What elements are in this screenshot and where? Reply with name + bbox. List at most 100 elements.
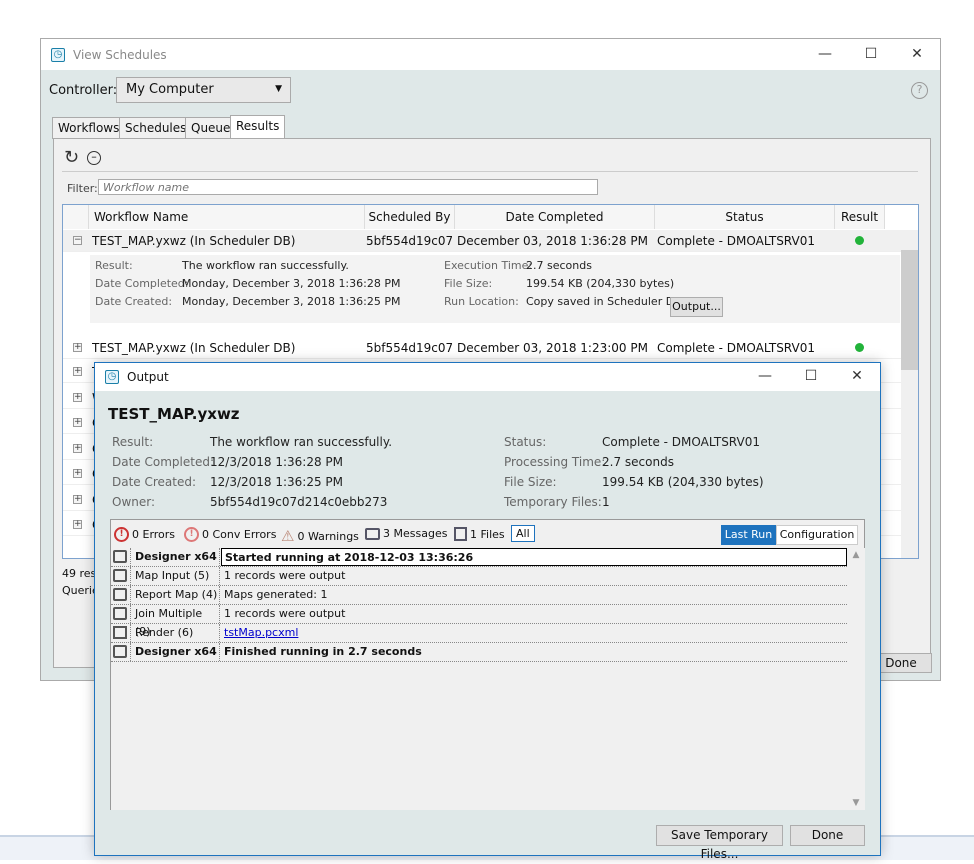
message-icon bbox=[113, 550, 127, 563]
message-icon bbox=[113, 588, 127, 601]
help-icon[interactable]: ? bbox=[911, 82, 928, 99]
detail-label: Status: bbox=[504, 435, 547, 449]
message-text: Finished running in 2.7 seconds bbox=[224, 645, 422, 658]
conv-error-icon: ! bbox=[184, 527, 199, 542]
detail-value: Complete - DMOALTSRV01 bbox=[602, 435, 760, 449]
minimize-button[interactable]: — bbox=[802, 39, 848, 70]
filter-input[interactable] bbox=[98, 179, 598, 195]
table-row[interactable]: + TEST_MAP.yxwz (In Scheduler DB) 5bf554… bbox=[63, 337, 901, 359]
col-result[interactable]: Result bbox=[835, 205, 885, 229]
message-row[interactable]: Designer x64 Finished running in 2.7 seco… bbox=[111, 643, 847, 662]
app-clock-icon: ◷ bbox=[105, 370, 119, 384]
expand-icon[interactable]: + bbox=[73, 392, 82, 402]
warning-icon: ⚠ bbox=[281, 527, 295, 545]
cancel-icon[interactable]: – bbox=[87, 151, 101, 165]
detail-value: 5bf554d19c07d214c0ebb273 bbox=[210, 495, 388, 509]
detail-value: 12/3/2018 1:36:25 PM bbox=[210, 475, 344, 489]
tool-name: Render (6) bbox=[130, 624, 220, 642]
message-row[interactable]: Render (6) tstMap.pcxml bbox=[111, 624, 847, 643]
detail-label: File Size: bbox=[504, 475, 557, 489]
tool-name: Join Multiple (9) bbox=[130, 605, 220, 638]
output-title-bar: ◷ Output — ☐ ✕ bbox=[95, 363, 880, 391]
app-clock-icon: ◷ bbox=[51, 47, 65, 62]
save-temporary-files-button[interactable]: Save Temporary Files... bbox=[656, 825, 783, 861]
message-text: Started running at 2018-12-03 13:36:26 bbox=[221, 548, 847, 566]
detail-label: Owner: bbox=[112, 495, 156, 509]
filter-label: Filter: bbox=[67, 182, 98, 195]
message-icon bbox=[113, 607, 127, 620]
refresh-icon[interactable]: ↻ bbox=[64, 147, 79, 168]
tab-schedules[interactable]: Schedules bbox=[119, 117, 193, 139]
output-window-title: Output bbox=[127, 370, 169, 384]
message-text: 1 records were output bbox=[224, 569, 346, 582]
messages-scrollbar[interactable]: ▲ ▼ bbox=[847, 548, 865, 810]
tab-results[interactable]: Results bbox=[230, 115, 286, 140]
tab-configuration[interactable]: Configuration bbox=[776, 525, 858, 545]
expand-icon[interactable]: + bbox=[73, 418, 82, 427]
messages-filter[interactable]: 3 Messages bbox=[365, 527, 447, 540]
all-filter[interactable]: All bbox=[511, 525, 535, 542]
detail-label: Processing Time: bbox=[504, 455, 606, 469]
controller-value: My Computer bbox=[126, 82, 214, 97]
expand-icon[interactable]: + bbox=[73, 443, 82, 453]
tab-workflows[interactable]: Workflows bbox=[52, 117, 126, 139]
file-link[interactable]: tstMap.pcxml bbox=[221, 624, 847, 642]
col-scheduled-by[interactable]: Scheduled By bbox=[365, 205, 455, 229]
col-status[interactable]: Status bbox=[655, 205, 835, 229]
chevron-down-icon: ▼ bbox=[275, 84, 282, 94]
detail-value: 12/3/2018 1:36:28 PM bbox=[210, 455, 344, 469]
table-row[interactable]: − TEST_MAP.yxwz (In Scheduler DB) 5bf554… bbox=[63, 230, 901, 252]
vertical-scrollbar[interactable] bbox=[901, 230, 918, 558]
expand-icon[interactable]: + bbox=[73, 343, 82, 352]
title-bar: ◷ View Schedules — ☐ ✕ bbox=[41, 39, 940, 70]
message-icon bbox=[113, 645, 127, 658]
tab-last-run[interactable]: Last Run bbox=[721, 525, 776, 545]
message-row[interactable]: Report Map (4) Maps generated: 1 bbox=[111, 586, 847, 605]
output-done-button[interactable]: Done bbox=[790, 825, 865, 846]
close-button[interactable]: ✕ bbox=[894, 39, 940, 70]
tool-name: Map Input (5) bbox=[130, 567, 220, 585]
errors-filter[interactable]: ! 0 Errors bbox=[114, 527, 175, 542]
tool-name: Designer x64 bbox=[130, 643, 220, 661]
message-row[interactable]: Join Multiple (9) 1 records were output bbox=[111, 605, 847, 638]
message-icon bbox=[113, 569, 127, 582]
output-window: ◷ Output — ☐ ✕ TEST_MAP.yxwz Result: The … bbox=[94, 362, 881, 861]
col-workflow-name[interactable]: Workflow Name bbox=[89, 205, 365, 229]
message-text: 1 records were output bbox=[224, 607, 346, 620]
success-dot-icon bbox=[855, 343, 864, 352]
scrollbar-thumb[interactable] bbox=[901, 250, 918, 370]
minimize-button[interactable]: — bbox=[742, 363, 788, 391]
controller-select[interactable]: My Computer ▼ bbox=[116, 77, 291, 103]
row-detail: Result: The workflow ran successfully. D… bbox=[90, 255, 900, 323]
expand-icon[interactable]: + bbox=[73, 494, 82, 504]
conv-errors-filter[interactable]: ! 0 Conv Errors bbox=[184, 527, 276, 542]
col-date-completed[interactable]: Date Completed bbox=[455, 205, 655, 229]
tool-name: Designer x64 bbox=[130, 548, 220, 566]
expand-icon[interactable]: + bbox=[73, 469, 82, 478]
message-text: Maps generated: 1 bbox=[224, 588, 328, 601]
error-icon: ! bbox=[114, 527, 129, 542]
message-row[interactable]: Designer x64 Started running at 2018-12-0… bbox=[111, 548, 847, 567]
detail-label: Temporary Files: bbox=[504, 495, 602, 509]
tab-queue[interactable]: Queue bbox=[185, 117, 237, 139]
close-button[interactable]: ✕ bbox=[834, 363, 880, 391]
expand-icon[interactable]: + bbox=[73, 520, 82, 529]
files-filter[interactable]: 1 Files bbox=[454, 527, 505, 541]
message-row[interactable]: Map Input (5) 1 records were output bbox=[111, 567, 847, 586]
output-heading: TEST_MAP.yxwz bbox=[108, 405, 240, 423]
expand-icon[interactable]: + bbox=[73, 367, 82, 376]
maximize-button[interactable]: ☐ bbox=[788, 363, 834, 391]
output-button[interactable]: Output... bbox=[670, 297, 723, 317]
file-save-icon bbox=[113, 626, 127, 639]
warnings-filter[interactable]: ⚠ 0 Warnings bbox=[281, 527, 359, 545]
window-title: View Schedules bbox=[73, 47, 167, 62]
maximize-button[interactable]: ☐ bbox=[848, 39, 894, 70]
detail-label: Date Created: bbox=[112, 475, 197, 489]
collapse-icon[interactable]: − bbox=[73, 236, 82, 245]
message-icon bbox=[365, 527, 380, 540]
file-save-icon bbox=[454, 527, 467, 541]
detail-label: Result: bbox=[112, 435, 154, 449]
detail-value: 2.7 seconds bbox=[602, 455, 674, 469]
success-dot-icon bbox=[855, 236, 864, 245]
detail-label: Date Completed: bbox=[112, 455, 214, 469]
